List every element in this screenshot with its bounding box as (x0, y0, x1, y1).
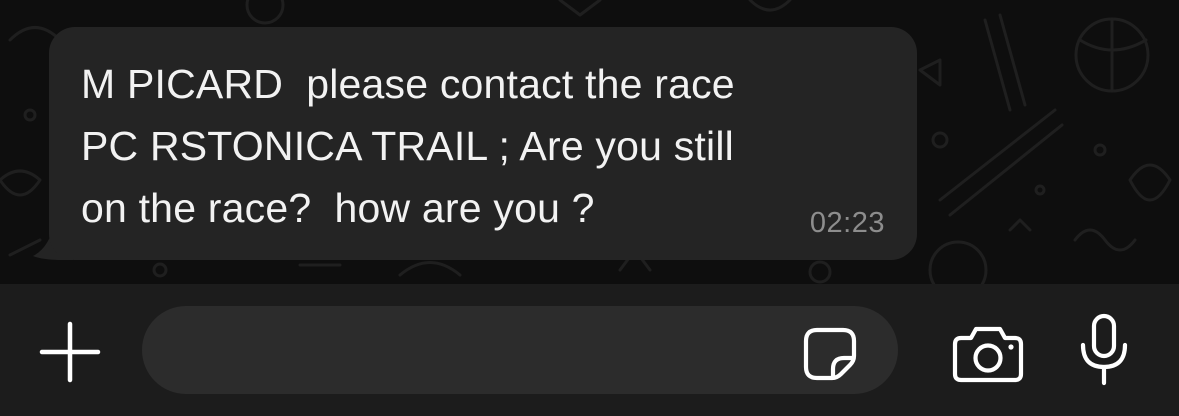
voice-message-button[interactable] (1076, 313, 1132, 389)
microphone-icon (1080, 313, 1128, 386)
sticker-icon (803, 327, 857, 381)
message-timestamp: 02:23 (809, 207, 885, 239)
camera-icon (952, 326, 1024, 383)
camera-button[interactable] (951, 324, 1025, 384)
chat-screen: M PICARD please contact the race PC RSTO… (0, 0, 1179, 416)
incoming-message-bubble[interactable]: M PICARD please contact the race PC RSTO… (49, 27, 917, 260)
attach-button[interactable] (38, 320, 102, 384)
sticker-button[interactable] (801, 325, 859, 383)
plus-icon (39, 321, 101, 383)
message-input[interactable] (142, 306, 898, 394)
chat-history[interactable]: M PICARD please contact the race PC RSTO… (0, 0, 1179, 284)
message-composer (0, 284, 1179, 416)
message-text: M PICARD please contact the race PC RSTO… (81, 61, 735, 231)
